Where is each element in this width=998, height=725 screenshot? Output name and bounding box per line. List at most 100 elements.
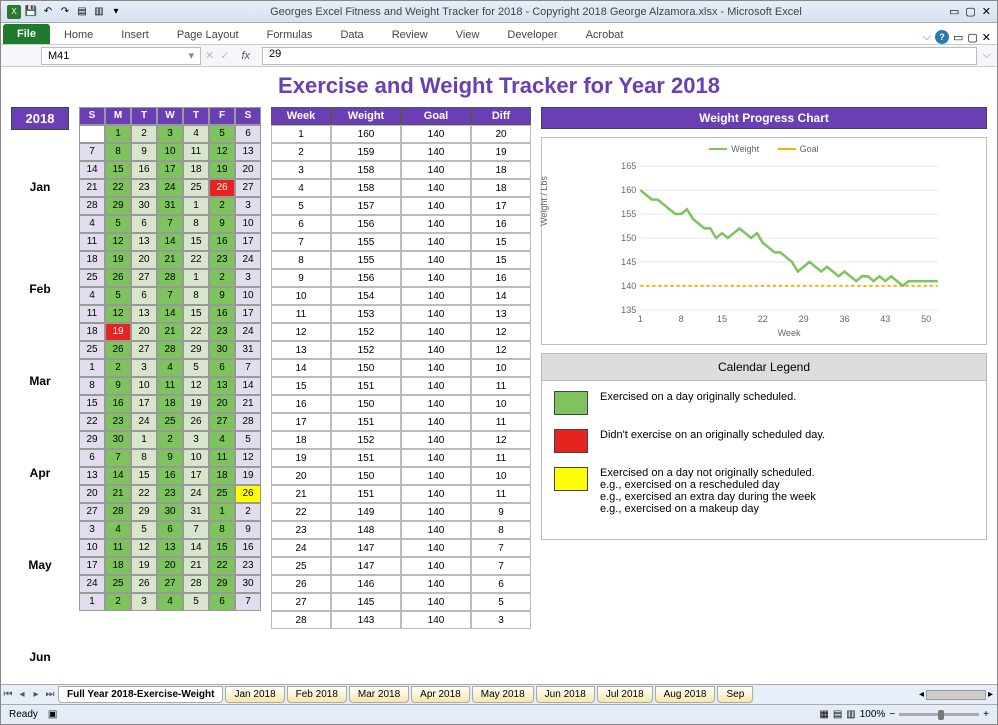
ribbon-tab-acrobat[interactable]: Acrobat (572, 26, 638, 44)
calendar-cell[interactable]: 11 (183, 143, 209, 161)
calendar-cell[interactable]: 31 (183, 503, 209, 521)
help-icon[interactable]: ? (935, 30, 949, 44)
undo-icon[interactable]: ↶ (41, 5, 55, 19)
calendar-cell[interactable]: 15 (183, 233, 209, 251)
weight-table-cell[interactable]: 140 (401, 557, 471, 575)
weight-table-cell[interactable]: 28 (271, 611, 331, 629)
weight-table-cell[interactable]: 140 (401, 395, 471, 413)
calendar-cell[interactable]: 2 (105, 593, 131, 611)
weight-table-cell[interactable]: 7 (271, 233, 331, 251)
calendar-cell[interactable]: 27 (235, 179, 261, 197)
worksheet-area[interactable]: Exercise and Weight Tracker for Year 201… (1, 67, 997, 697)
calendar-cell[interactable]: 3 (131, 593, 157, 611)
maximize-icon[interactable]: ▢ (965, 5, 975, 18)
calendar-cell[interactable]: 16 (235, 539, 261, 557)
weight-table-cell[interactable]: 159 (331, 143, 401, 161)
tab-nav-next-icon[interactable]: ▸ (29, 689, 43, 700)
weight-table-cell[interactable]: 140 (401, 323, 471, 341)
calendar-cell[interactable]: 16 (209, 233, 235, 251)
calendar-cell[interactable]: 5 (183, 593, 209, 611)
calendar-cell[interactable]: 6 (209, 359, 235, 377)
calendar-cell[interactable]: 4 (79, 287, 105, 305)
calendar-cell[interactable]: 18 (105, 557, 131, 575)
calendar-cell[interactable]: 28 (157, 269, 183, 287)
calendar-cell[interactable]: 2 (157, 431, 183, 449)
ribbon-tab-insert[interactable]: Insert (107, 26, 163, 44)
calendar-cell[interactable]: 3 (235, 269, 261, 287)
weight-table-cell[interactable]: 158 (331, 179, 401, 197)
doc-min-icon[interactable]: ▭ (953, 31, 963, 44)
calendar-cell[interactable]: 14 (235, 377, 261, 395)
weight-table-cell[interactable]: 147 (331, 539, 401, 557)
calendar-cell[interactable]: 28 (183, 575, 209, 593)
weight-table-cell[interactable]: 9 (471, 503, 531, 521)
ribbon-tab-formulas[interactable]: Formulas (253, 26, 327, 44)
calendar-cell[interactable]: 2 (209, 197, 235, 215)
calendar-cell[interactable]: 21 (157, 323, 183, 341)
calendar-cell[interactable]: 27 (79, 503, 105, 521)
calendar-cell[interactable]: 11 (79, 233, 105, 251)
calendar-cell[interactable]: 21 (157, 251, 183, 269)
weight-table-cell[interactable]: 16 (271, 395, 331, 413)
calendar-cell[interactable]: 2 (105, 359, 131, 377)
weight-table-cell[interactable]: 145 (331, 593, 401, 611)
calendar-cell[interactable]: 20 (235, 161, 261, 179)
weight-table-cell[interactable]: 15 (471, 233, 531, 251)
calendar-cell[interactable]: 30 (105, 431, 131, 449)
weight-table-cell[interactable]: 17 (271, 413, 331, 431)
calendar-cell[interactable]: 18 (157, 395, 183, 413)
calendar-cell[interactable]: 24 (79, 575, 105, 593)
weight-table-cell[interactable]: 140 (401, 161, 471, 179)
calendar-cell[interactable]: 26 (235, 485, 261, 503)
weight-table-cell[interactable]: 156 (331, 215, 401, 233)
doc-close-icon[interactable]: ✕ (982, 31, 991, 44)
calendar-cell[interactable]: 15 (79, 395, 105, 413)
calendar-cell[interactable]: 23 (235, 557, 261, 575)
calendar-cell[interactable]: 27 (157, 575, 183, 593)
calendar-cell[interactable]: 11 (79, 305, 105, 323)
view-layout-icon[interactable]: ▤ (833, 709, 842, 720)
weight-table-cell[interactable]: 140 (401, 197, 471, 215)
calendar-cell[interactable]: 24 (183, 485, 209, 503)
calendar-cell[interactable]: 14 (183, 539, 209, 557)
calendar-cell[interactable]: 3 (157, 125, 183, 143)
hscroll-thumb[interactable] (926, 690, 986, 700)
zoom-out-icon[interactable]: − (889, 709, 895, 720)
ribbon-tab-page-layout[interactable]: Page Layout (163, 26, 253, 44)
weight-table-cell[interactable]: 18 (271, 431, 331, 449)
calendar-cell[interactable]: 21 (235, 395, 261, 413)
calendar-cell[interactable]: 25 (79, 269, 105, 287)
calendar-cell[interactable]: 10 (183, 449, 209, 467)
weight-table-cell[interactable]: 10 (471, 359, 531, 377)
weight-table-cell[interactable]: 151 (331, 485, 401, 503)
weight-table-cell[interactable]: 1 (271, 125, 331, 143)
view-break-icon[interactable]: ▥ (846, 709, 855, 720)
calendar-cell[interactable]: 30 (157, 503, 183, 521)
calendar-cell[interactable]: 19 (131, 557, 157, 575)
calendar-cell[interactable]: 30 (209, 341, 235, 359)
macro-record-icon[interactable]: ▣ (48, 709, 57, 720)
weight-table-cell[interactable]: 12 (271, 323, 331, 341)
calendar-cell[interactable]: 11 (209, 449, 235, 467)
weight-table-cell[interactable]: 140 (401, 305, 471, 323)
zoom-slider[interactable] (899, 713, 979, 716)
calendar-cell[interactable]: 25 (209, 485, 235, 503)
calendar-cell[interactable]: 7 (235, 359, 261, 377)
calendar-cell[interactable]: 6 (131, 215, 157, 233)
calendar-cell[interactable]: 15 (209, 539, 235, 557)
calendar-cell[interactable]: 12 (183, 377, 209, 395)
calendar-cell[interactable]: 16 (105, 395, 131, 413)
weight-table-cell[interactable]: 17 (471, 197, 531, 215)
calendar-cell[interactable]: 10 (131, 377, 157, 395)
ribbon-tab-view[interactable]: View (442, 26, 494, 44)
weight-table-cell[interactable]: 140 (401, 611, 471, 629)
calendar-cell[interactable]: 8 (131, 449, 157, 467)
weight-table-cell[interactable]: 140 (401, 215, 471, 233)
calendar-cell[interactable]: 13 (131, 305, 157, 323)
doc-max-icon[interactable]: ▢ (967, 31, 977, 44)
calendar-cell[interactable]: 22 (79, 413, 105, 431)
sheet-tab[interactable]: Jul 2018 (597, 686, 653, 703)
weight-table-cell[interactable]: 140 (401, 341, 471, 359)
weight-table-cell[interactable]: 140 (401, 359, 471, 377)
calendar-cell[interactable]: 1 (183, 197, 209, 215)
